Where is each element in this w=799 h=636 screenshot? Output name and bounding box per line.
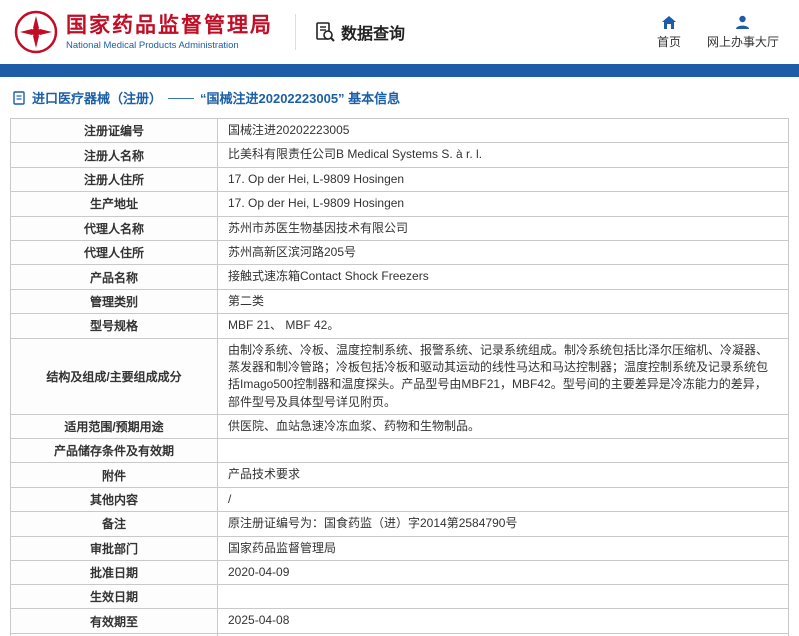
table-row: 备注 原注册证编号为：国食药监（进）字2014第2584790号 [11, 512, 788, 537]
table-row: 附件 产品技术要求 [11, 463, 788, 488]
row-label: 结构及组成/主要组成成分 [11, 338, 218, 415]
row-label: 注册证编号 [11, 119, 218, 143]
row-value: / [228, 491, 232, 506]
row-value: 比美科有限责任公司B Medical Systems S. à r. l. [228, 147, 483, 162]
row-label: 生产地址 [11, 192, 218, 216]
row-label: 审批部门 [11, 536, 218, 561]
nav-home-label: 首页 [656, 34, 681, 49]
row-value [218, 439, 788, 462]
table-row: 产品储存条件及有效期 [11, 439, 788, 464]
table-row: 注册人名称 比美科有限责任公司B Medical Systems S. à r.… [11, 143, 788, 168]
page-title: “国械注进20202223005” 基本信息 [200, 91, 401, 106]
nmpa-logo-icon [14, 10, 58, 54]
breadcrumb-section[interactable]: 进口医疗器械（注册） [32, 88, 162, 107]
row-value: 17. Op der Hei, L-9809 Hosingen [228, 171, 405, 186]
agency-name-en: National Medical Products Administration [66, 40, 239, 52]
row-label: 管理类别 [11, 289, 218, 314]
header-divider [295, 14, 296, 50]
row-label: 产品名称 [11, 265, 218, 289]
table-row: 批准日期 2020-04-09 [11, 561, 788, 586]
info-table: 注册证编号 国械注进20202223005 注册人名称 比美科有限责任公司B M… [10, 118, 789, 636]
row-label: 代理人住所 [11, 240, 218, 265]
nav-service-hall-label: 网上办事大厅 [706, 34, 779, 49]
search-doc-icon [316, 22, 335, 42]
table-row: 代理人住所 苏州高新区滨河路205号 [11, 240, 788, 266]
agency-title: 国家药品监督管理局 National Medical Products Admi… [66, 13, 289, 51]
top-blue-bar [0, 64, 799, 77]
table-row: 产品名称 接触式速冻箱Contact Shock Freezers [11, 265, 788, 290]
row-value: 苏州高新区滨河路205号 [228, 244, 357, 259]
nav-data-query[interactable]: 数据查询 [314, 20, 405, 44]
row-value [218, 585, 788, 608]
row-value: 第二类 [228, 293, 265, 308]
row-value: 供医院、血站急速冷冻血浆、药物和生物制品。 [228, 419, 481, 434]
page-header: 国家药品监督管理局 National Medical Products Admi… [0, 0, 799, 64]
table-row: 审批部门 国家药品监督管理局 [11, 536, 788, 562]
row-value: 苏州市苏医生物基因技术有限公司 [228, 220, 409, 235]
table-row: 生产地址 17. Op der Hei, L-9809 Hosingen [11, 192, 788, 217]
breadcrumb: 进口医疗器械（注册） —— “国械注进20202223005” 基本信息 [0, 77, 799, 116]
table-row: 结构及组成/主要组成成分 由制冷系统、冷板、温度控制系统、报警系统、记录系统组成… [11, 338, 788, 416]
nav-home[interactable]: 首页 [657, 15, 681, 50]
row-label: 型号规格 [11, 314, 218, 338]
row-value: 国械注进20202223005 [228, 123, 350, 137]
nav-data-query-label: 数据查询 [341, 26, 406, 43]
row-value: 产品技术要求 [228, 467, 301, 482]
table-row: 生效日期 [11, 585, 788, 610]
row-label: 附件 [11, 463, 218, 487]
agency-name-cn: 国家药品监督管理局 [66, 13, 273, 37]
row-label: 适用范围/预期用途 [11, 415, 218, 439]
row-label: 注册人住所 [11, 167, 218, 192]
nav-service-hall[interactable]: 网上办事大厅 [707, 15, 779, 50]
document-icon [13, 90, 25, 105]
table-row: 管理类别 第二类 [11, 289, 788, 315]
row-label: 生效日期 [11, 585, 218, 609]
row-label: 注册人名称 [11, 143, 218, 167]
row-label: 代理人名称 [11, 216, 218, 240]
person-icon [736, 15, 750, 29]
table-row: 注册人住所 17. Op der Hei, L-9809 Hosingen [11, 167, 788, 193]
row-value: MBF 21、 MBF 42。 [228, 318, 340, 333]
breadcrumb-separator: —— [168, 90, 195, 105]
row-label: 备注 [11, 512, 218, 536]
row-label: 批准日期 [11, 561, 218, 585]
row-value: 2025-04-08 [228, 613, 290, 628]
table-row: 其他内容 / [11, 487, 788, 513]
table-row: 注册证编号 国械注进20202223005 [11, 119, 788, 144]
table-row: 型号规格 MBF 21、 MBF 42。 [11, 314, 788, 339]
table-row: 代理人名称 苏州市苏医生物基因技术有限公司 [11, 216, 788, 241]
row-value: 原注册证编号为：国食药监（进）字2014第2584790号 [228, 516, 518, 531]
row-value: 2020-04-09 [228, 565, 290, 580]
row-label: 其他内容 [11, 487, 218, 512]
table-row: 适用范围/预期用途 供医院、血站急速冷冻血浆、药物和生物制品。 [11, 415, 788, 440]
row-label: 产品储存条件及有效期 [11, 439, 218, 463]
row-value: 接触式速冻箱Contact Shock Freezers [228, 269, 429, 284]
row-value: 由制冷系统、冷板、温度控制系统、报警系统、记录系统组成。制冷系统包括比泽尔压缩机… [228, 342, 769, 409]
row-value: 17. Op der Hei, L-9809 Hosingen [228, 196, 405, 211]
table-row: 有效期至 2025-04-08 [11, 609, 788, 634]
row-value: 国家药品监督管理局 [228, 540, 337, 555]
row-label: 有效期至 [11, 609, 218, 633]
home-icon [661, 15, 676, 29]
